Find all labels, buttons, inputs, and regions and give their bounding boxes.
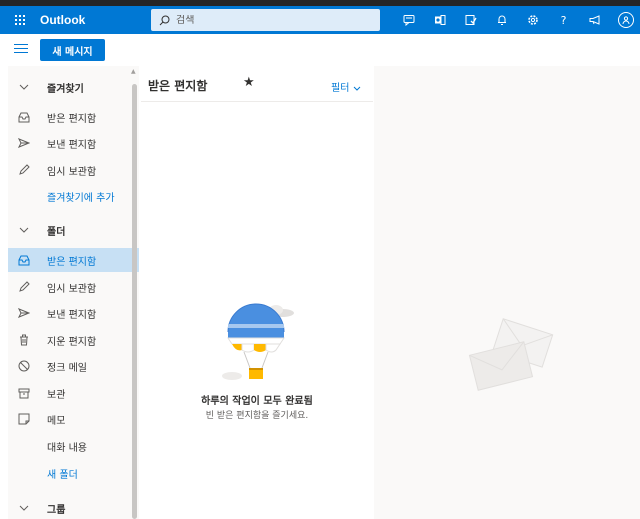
inbox-icon	[18, 254, 30, 266]
header-actions: ?	[393, 6, 610, 34]
folder-item-sent[interactable]: 보낸 편지함	[8, 301, 139, 325]
waffle-icon	[15, 15, 25, 25]
filter-button[interactable]: 필터	[331, 79, 361, 94]
envelopes-illustration	[468, 318, 554, 391]
help-icon: ?	[560, 13, 567, 27]
folder-item-notes[interactable]: 메모	[8, 407, 139, 431]
folder-title: 받은 편지함	[148, 79, 208, 93]
folder-item-label: 받은 편지함	[47, 257, 97, 268]
add-favorite-label: 즐겨찾기에 추가	[47, 193, 115, 204]
help-button[interactable]: ?	[548, 6, 579, 34]
new-folder-label: 새 폴더	[47, 470, 78, 481]
hamburger-icon	[14, 44, 28, 45]
filter-label: 필터	[331, 83, 350, 94]
favorite-item-drafts[interactable]: 임시 보관함	[8, 158, 139, 182]
send-icon	[18, 137, 30, 149]
groups-header-label: 그룹	[47, 505, 66, 516]
user-icon	[622, 16, 630, 24]
command-bar: 새 메시지	[0, 34, 640, 66]
folder-item-junk[interactable]: 정크 메일	[8, 354, 139, 378]
favorite-item-label: 임시 보관함	[47, 167, 97, 178]
account-avatar[interactable]	[618, 12, 634, 28]
chevron-down-icon	[18, 502, 30, 514]
hot-air-balloon-illustration	[222, 303, 294, 380]
office-icon	[434, 15, 445, 25]
notifications-button[interactable]	[486, 6, 517, 34]
empty-state-subtitle: 빈 받은 편지함을 즐기세요.	[205, 411, 309, 421]
app-title[interactable]: Outlook	[40, 13, 150, 27]
favorites-header-label: 즐겨찾기	[47, 84, 84, 95]
feedback-button[interactable]	[579, 6, 610, 34]
favorite-item-label: 받은 편지함	[47, 114, 97, 125]
note-icon	[18, 413, 30, 425]
todo-button[interactable]	[455, 6, 486, 34]
folder-item-label: 대화 내용	[47, 443, 87, 454]
send-icon	[18, 307, 30, 319]
scroll-up-icon[interactable]: ▲	[131, 68, 136, 75]
favorite-item-inbox[interactable]: 받은 편지함	[8, 105, 139, 129]
folder-item-archive[interactable]: 보관	[8, 381, 139, 405]
folder-item-label: 보낸 편지함	[47, 310, 97, 321]
favorite-item-label: 보낸 편지함	[47, 140, 97, 151]
folder-item-label: 메모	[47, 416, 66, 427]
pencil-icon	[18, 164, 30, 176]
folder-pane-scrollbar[interactable]: ▲	[130, 68, 139, 519]
folder-item-label: 임시 보관함	[47, 284, 97, 295]
pencil-icon	[18, 281, 30, 293]
search-box[interactable]	[151, 9, 380, 31]
chat-button[interactable]	[393, 6, 424, 34]
favorite-item-sent[interactable]: 보낸 편지함	[8, 131, 139, 155]
folder-item-deleted[interactable]: 지운 편지함	[8, 328, 139, 352]
bell-icon	[497, 15, 506, 25]
settings-button[interactable]	[517, 6, 548, 34]
folder-pane: 즐겨찾기 받은 편지함 보낸 편지함 임시 보관함 즐겨찾기에 추가 폴더 받은…	[8, 66, 139, 519]
megaphone-icon	[589, 15, 599, 25]
add-favorite-link[interactable]: 즐겨찾기에 추가	[8, 184, 139, 208]
folder-item-conversation-history[interactable]: 대화 내용	[8, 434, 139, 458]
new-message-button[interactable]: 새 메시지	[40, 39, 105, 61]
folder-item-label: 지운 편지함	[47, 337, 97, 348]
app-header: Outlook 검색 ?	[0, 6, 640, 34]
scrollbar-thumb[interactable]	[132, 84, 137, 519]
reading-pane	[374, 66, 640, 519]
office-button[interactable]	[424, 6, 455, 34]
favorites-header[interactable]: 즐겨찾기	[8, 75, 139, 99]
menu-toggle-button[interactable]	[14, 44, 28, 56]
archive-icon	[18, 387, 30, 399]
folder-item-label: 보관	[47, 390, 66, 401]
trash-icon	[18, 334, 30, 346]
new-folder-link[interactable]: 새 폴더	[8, 461, 139, 485]
favorite-star-icon[interactable]: ★	[243, 75, 255, 90]
search-icon	[159, 15, 170, 25]
app-launcher-button[interactable]	[0, 6, 40, 34]
folders-header-label: 폴더	[47, 227, 66, 238]
empty-state-title: 하루의 작업이 모두 완료됨	[201, 396, 313, 407]
folders-header[interactable]: 폴더	[8, 218, 139, 242]
message-list-pane: 받은 편지함 ★ 필터 하루의 작업이 모두 완료됨 빈 받은 편지함을 즐기세…	[141, 66, 373, 519]
inbox-icon	[18, 111, 30, 123]
gear-icon	[527, 15, 538, 25]
folder-item-drafts[interactable]: 임시 보관함	[8, 275, 139, 299]
block-icon	[18, 360, 30, 372]
chat-icon	[403, 15, 414, 26]
chevron-down-icon	[18, 224, 30, 236]
chevron-down-icon	[353, 86, 360, 91]
checklist-icon	[465, 15, 477, 25]
folder-item-inbox[interactable]: 받은 편지함	[8, 248, 139, 272]
groups-header[interactable]: 그룹	[8, 496, 139, 519]
chevron-down-icon	[18, 81, 30, 93]
folder-item-label: 정크 메일	[47, 363, 87, 374]
search-input[interactable]	[176, 14, 356, 26]
message-list-header: 받은 편지함 ★ 필터	[141, 66, 373, 102]
